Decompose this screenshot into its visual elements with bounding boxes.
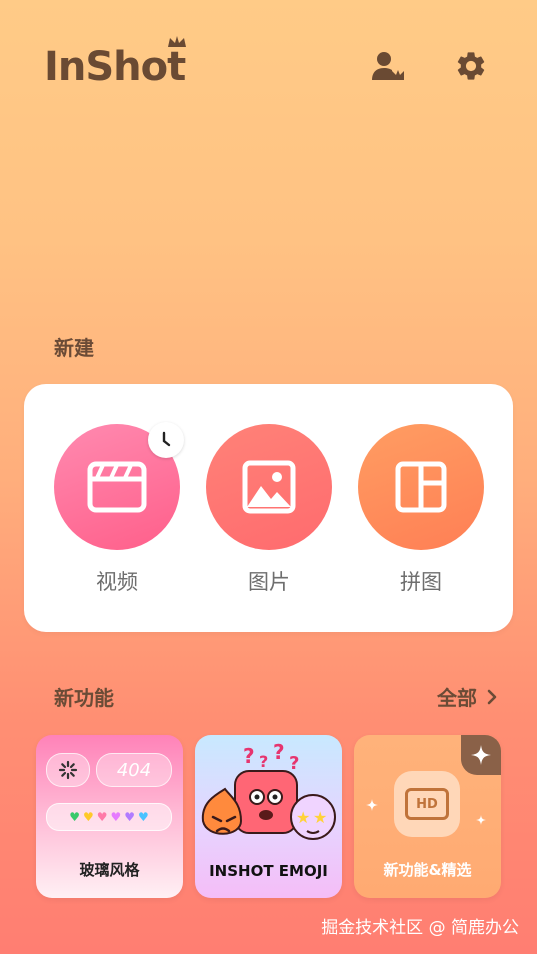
feature-card-glass[interactable]: 404 ♥ ♥ ♥ ♥ ♥ ♥ 玻璃风格 bbox=[36, 735, 183, 898]
gear-icon bbox=[457, 52, 485, 80]
sparkle-corner bbox=[461, 735, 501, 775]
heart-icon: ♥ bbox=[82, 810, 94, 824]
loading-spinner-icon bbox=[58, 760, 78, 780]
svg-text:?: ? bbox=[289, 753, 299, 774]
collage-label: 拼图 bbox=[400, 570, 442, 594]
video-circle bbox=[54, 422, 184, 550]
glass-pill-404: 404 bbox=[96, 753, 172, 787]
see-all-link[interactable]: 全部 bbox=[437, 682, 497, 711]
feature-label-glass: 玻璃风格 bbox=[79, 861, 140, 879]
feature-label-emoji: INSHOT EMOJI bbox=[209, 862, 328, 880]
profile-button[interactable] bbox=[368, 46, 408, 86]
create-card: 视频 图片 拼图 bbox=[24, 384, 513, 632]
features-section-title: 新功能 bbox=[54, 686, 114, 710]
hearts-pill: ♥ ♥ ♥ ♥ ♥ ♥ bbox=[46, 803, 172, 831]
sparkle-icon bbox=[476, 815, 486, 825]
watermark: 掘金技术社区 @ 简鹿办公 bbox=[321, 918, 519, 938]
crown-icon bbox=[168, 36, 187, 47]
image-icon bbox=[242, 460, 296, 514]
heart-icon: ♥ bbox=[96, 810, 108, 824]
feature-label-new: 新功能&精选 bbox=[383, 861, 472, 879]
heart-icon: ♥ bbox=[124, 810, 136, 824]
see-all-label: 全部 bbox=[437, 686, 477, 710]
chevron-right-icon bbox=[487, 689, 497, 704]
emoji-illustration: ? ? ? ? ★ ★ bbox=[201, 740, 336, 840]
svg-text:?: ? bbox=[259, 752, 268, 771]
spinner-pill bbox=[46, 753, 90, 787]
app-logo: InShot bbox=[44, 36, 186, 90]
photo-label: 图片 bbox=[248, 570, 290, 594]
create-collage-button[interactable]: 拼图 bbox=[358, 424, 484, 596]
create-video-button[interactable]: 视频 bbox=[54, 422, 184, 596]
clock-badge bbox=[148, 422, 184, 458]
svg-text:★: ★ bbox=[313, 808, 327, 827]
svg-text:★: ★ bbox=[296, 808, 310, 827]
settings-button[interactable] bbox=[451, 46, 491, 86]
hd-badge-box: HD bbox=[394, 771, 460, 837]
sparkle-icon bbox=[366, 799, 378, 811]
hd-badge: HD bbox=[405, 788, 449, 820]
feature-card-new[interactable]: HD 新功能&精选 bbox=[354, 735, 501, 898]
video-label: 视频 bbox=[96, 570, 138, 594]
photo-circle bbox=[206, 424, 332, 550]
logo-text: InShot bbox=[44, 44, 186, 90]
svg-text:?: ? bbox=[273, 740, 285, 764]
heart-icon: ♥ bbox=[110, 810, 122, 824]
user-crown-icon bbox=[372, 52, 404, 80]
heart-icon: ♥ bbox=[138, 810, 149, 824]
collage-circle bbox=[358, 424, 484, 550]
create-photo-button[interactable]: 图片 bbox=[206, 424, 332, 596]
collage-icon bbox=[395, 461, 447, 513]
feature-card-emoji[interactable]: ? ? ? ? ★ ★ INSHOT EMOJI bbox=[195, 735, 342, 898]
svg-text:?: ? bbox=[243, 744, 255, 768]
create-section-title: 新建 bbox=[54, 336, 94, 360]
clock-icon bbox=[162, 431, 171, 447]
heart-icon: ♥ bbox=[69, 810, 80, 824]
clapperboard-icon bbox=[87, 461, 147, 513]
sparkle-icon bbox=[471, 745, 491, 765]
